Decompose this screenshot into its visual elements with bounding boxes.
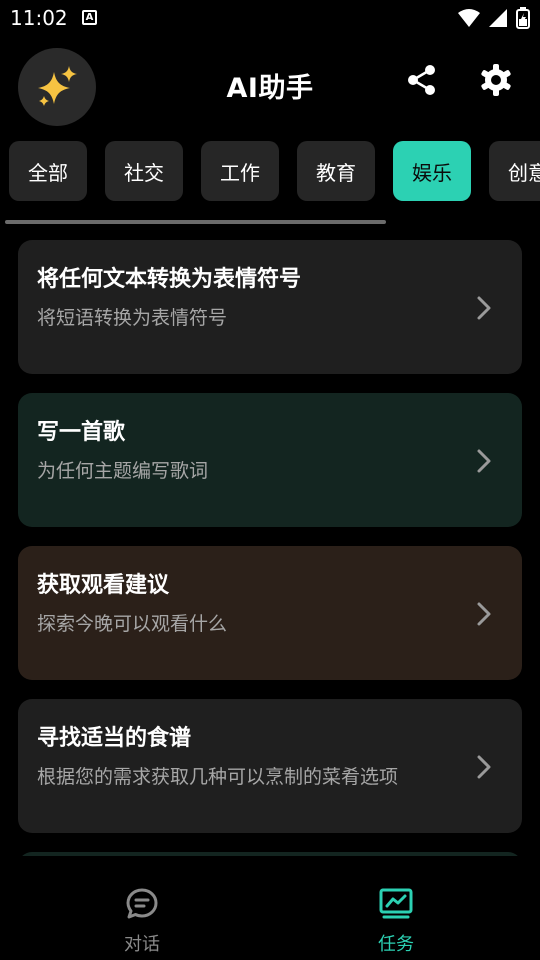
task-card-title: 寻找适当的食谱	[37, 726, 192, 751]
task-card-title: 写一首歌	[37, 420, 126, 445]
task-card[interactable]: 获取观看建议 探索今晚可以观看什么	[18, 546, 522, 680]
chart-board-icon	[379, 888, 413, 919]
task-card-partial[interactable]	[18, 852, 522, 856]
task-card-subtitle: 探索今晚可以观看什么	[37, 613, 228, 635]
tab-work[interactable]: 工作	[201, 141, 279, 201]
share-icon	[408, 65, 435, 95]
tab-entertainment[interactable]: 娱乐	[393, 141, 471, 201]
category-tabs: 全部 社交 工作 教育 娱乐 创意	[0, 140, 540, 202]
tabs-scrollbar[interactable]	[5, 220, 386, 224]
accessibility-notification-icon: A	[82, 10, 97, 25]
wifi-icon	[458, 9, 480, 27]
gear-icon	[481, 64, 511, 96]
status-time: 11:02	[10, 6, 68, 30]
task-card[interactable]: 将任何文本转换为表情符号 将短语转换为表情符号	[18, 240, 522, 374]
task-card[interactable]: 寻找适当的食谱 根据您的需求获取几种可以烹制的菜肴选项	[18, 699, 522, 833]
task-card-title: 将任何文本转换为表情符号	[37, 267, 302, 292]
share-button[interactable]	[402, 60, 442, 100]
tab-creative[interactable]: 创意	[489, 141, 540, 201]
task-card[interactable]: 写一首歌 为任何主题编写歌词	[18, 393, 522, 527]
nav-tasks-label: 任务	[378, 934, 414, 955]
app-header: AI助手	[0, 36, 540, 132]
task-card-subtitle: 将短语转换为表情符号	[37, 307, 228, 329]
nav-chat-label: 对话	[124, 934, 160, 955]
tab-social[interactable]: 社交	[105, 141, 183, 201]
chevron-right-icon	[477, 296, 491, 320]
cellular-signal-icon	[489, 9, 507, 27]
nav-tasks[interactable]: 任务	[336, 886, 456, 956]
battery-icon	[516, 7, 530, 29]
task-card-subtitle: 为任何主题编写歌词	[37, 460, 209, 482]
chevron-right-icon	[477, 602, 491, 626]
task-list: 将任何文本转换为表情符号 将短语转换为表情符号 写一首歌 为任何主题编写歌词 获…	[18, 240, 522, 856]
tab-all[interactable]: 全部	[9, 141, 87, 201]
task-card-subtitle: 根据您的需求获取几种可以烹制的菜肴选项	[37, 766, 399, 788]
tab-education[interactable]: 教育	[297, 141, 375, 201]
chevron-right-icon	[477, 449, 491, 473]
status-bar: 11:02 A	[0, 0, 540, 36]
page-title: AI助手	[226, 73, 314, 104]
nav-chat[interactable]: 对话	[82, 886, 202, 956]
task-card-title: 获取观看建议	[37, 573, 170, 598]
bottom-nav: 对话 任务	[0, 872, 540, 960]
settings-button[interactable]	[476, 60, 516, 100]
chat-bubble-icon	[126, 888, 158, 919]
status-icons	[458, 7, 530, 29]
chevron-right-icon	[477, 755, 491, 779]
